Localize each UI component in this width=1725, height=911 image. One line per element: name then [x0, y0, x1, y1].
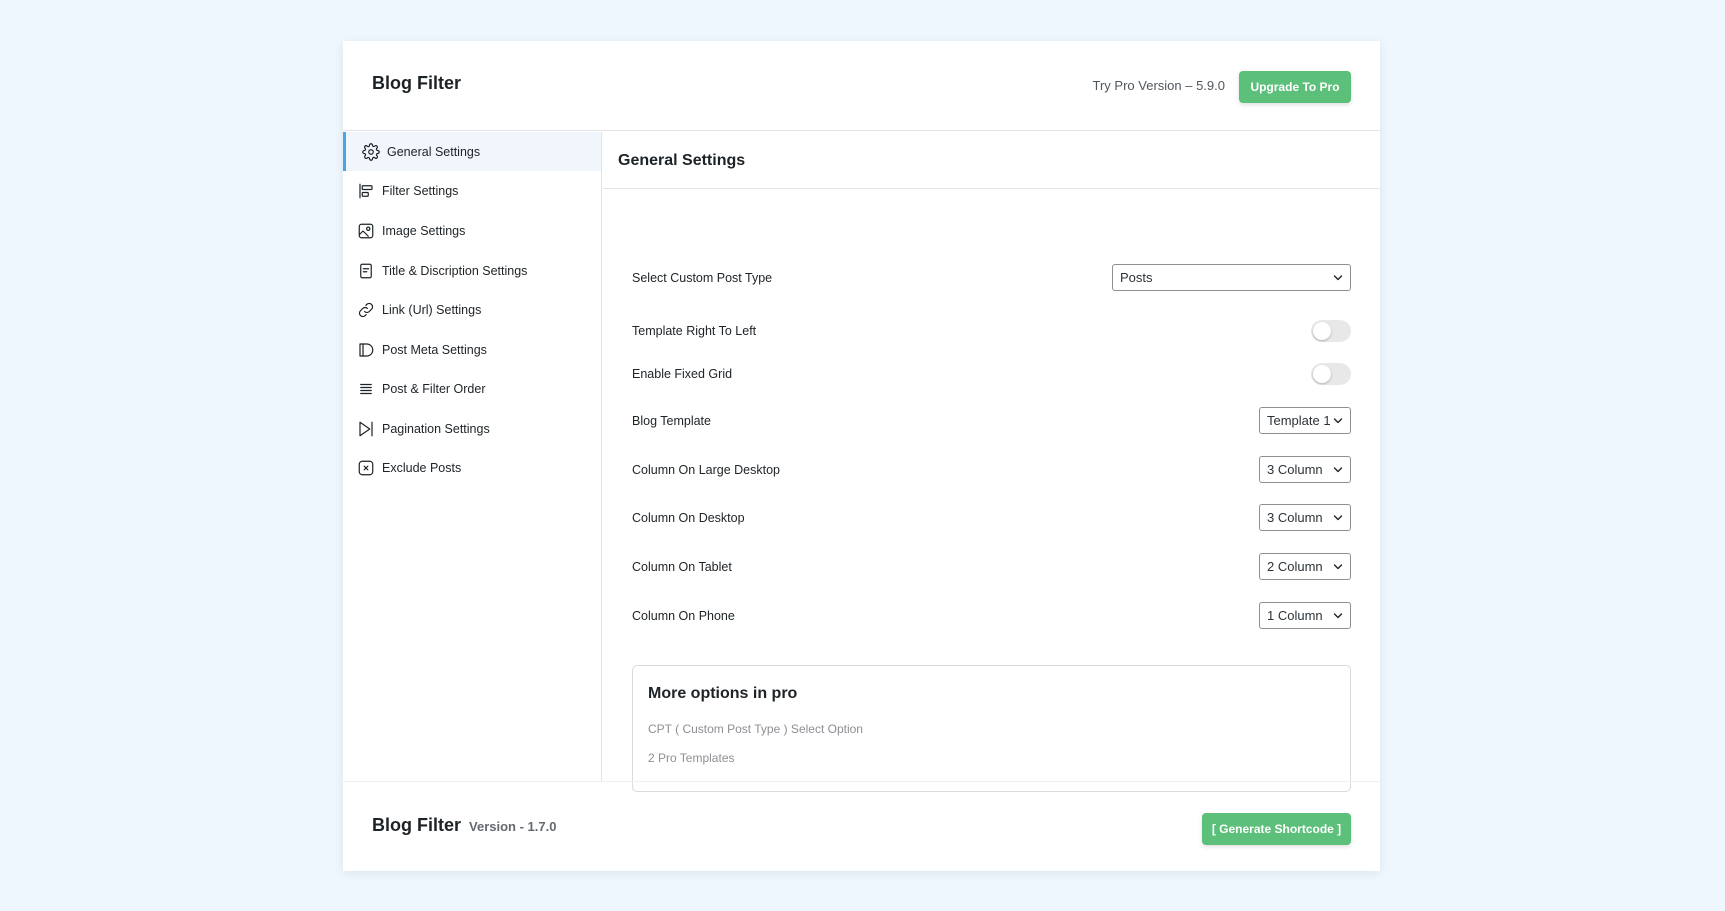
sidebar-item-general-settings[interactable]: General Settings [343, 132, 601, 171]
select-value: 3 Column [1267, 462, 1323, 477]
skip-forward-icon [357, 420, 375, 438]
setting-label: Column On Desktop [632, 511, 745, 525]
pro-version-text: Try Pro Version – 5.9.0 [1092, 78, 1225, 93]
sidebar-item-label: Pagination Settings [382, 421, 490, 436]
column-tablet-select[interactable]: 2 Column [1259, 553, 1351, 580]
toggle-knob [1313, 365, 1331, 383]
section-title: General Settings [603, 132, 1380, 189]
close-box-icon [357, 459, 375, 477]
sidebar-item-post-meta-settings[interactable]: Post Meta Settings [343, 330, 601, 369]
sidebar-item-label: Image Settings [382, 223, 466, 238]
chevron-down-icon [1333, 515, 1343, 521]
setting-column-large-desktop: Column On Large Desktop 3 Column [632, 456, 1351, 486]
chevron-down-icon [1333, 613, 1343, 619]
pro-options-box: More options in pro CPT ( Custom Post Ty… [632, 665, 1351, 792]
fixed-grid-toggle[interactable] [1311, 363, 1351, 385]
rtl-toggle[interactable] [1311, 320, 1351, 342]
setting-label: Column On Large Desktop [632, 463, 780, 477]
sidebar-item-title-settings[interactable]: Title & Discription Settings [343, 251, 601, 290]
footer-version: Version - 1.7.0 [469, 819, 557, 834]
sidebar-item-pagination-settings[interactable]: Pagination Settings [343, 409, 601, 448]
sidebar: General Settings Filter Settings Image S… [343, 132, 602, 781]
setting-label: Template Right To Left [632, 324, 757, 338]
sidebar-item-link-settings[interactable]: Link (Url) Settings [343, 290, 601, 329]
sidebar-item-label: General Settings [387, 144, 481, 159]
settings-panel: Blog Filter Try Pro Version – 5.9.0 Upgr… [343, 41, 1380, 871]
gear-icon [362, 142, 380, 161]
document-icon [357, 262, 375, 280]
sidebar-item-label: Filter Settings [382, 183, 459, 198]
list-icon [357, 380, 375, 398]
setting-rtl: Template Right To Left [632, 317, 1351, 347]
sidebar-item-label: Exclude Posts [382, 460, 462, 475]
setting-label: Enable Fixed Grid [632, 367, 733, 381]
blog-template-select[interactable]: Template 1 [1259, 407, 1351, 434]
upgrade-to-pro-button[interactable]: Upgrade To Pro [1239, 71, 1351, 103]
pro-option-item: CPT ( Custom Post Type ) Select Option [648, 722, 863, 736]
link-icon [357, 301, 375, 319]
sidebar-item-label: Post Meta Settings [382, 342, 487, 357]
select-value: 2 Column [1267, 559, 1323, 574]
pro-option-item: 2 Pro Templates [648, 751, 735, 765]
sidebar-item-label: Link (Url) Settings [382, 302, 482, 317]
select-value: Template 1 [1267, 413, 1331, 428]
post-type-select[interactable]: Posts [1112, 264, 1351, 291]
generate-shortcode-button[interactable]: [ Generate Shortcode ] [1202, 813, 1351, 845]
footer: Blog Filter Version - 1.7.0 [ Generate S… [343, 781, 1380, 871]
footer-brand: Blog Filter Version - 1.7.0 [372, 815, 556, 836]
setting-column-phone: Column On Phone 1 Column [632, 602, 1351, 632]
setting-label: Blog Template [632, 414, 711, 428]
select-value: 1 Column [1267, 608, 1323, 623]
sidebar-item-image-settings[interactable]: Image Settings [343, 211, 601, 250]
tag-icon [357, 341, 375, 359]
filter-bars-icon [357, 182, 375, 200]
chevron-down-icon [1333, 418, 1343, 424]
column-large-desktop-select[interactable]: 3 Column [1259, 456, 1351, 483]
setting-fixed-grid: Enable Fixed Grid [632, 360, 1351, 390]
setting-post-type: Select Custom Post Type Posts [632, 264, 1351, 294]
chevron-down-icon [1333, 467, 1343, 473]
setting-column-desktop: Column On Desktop 3 Column [632, 504, 1351, 534]
settings-content: General Settings Select Custom Post Type… [603, 132, 1380, 792]
setting-label: Column On Phone [632, 609, 735, 623]
sidebar-item-label: Post & Filter Order [382, 381, 486, 396]
sidebar-item-exclude-posts[interactable]: Exclude Posts [343, 448, 601, 487]
app-title: Blog Filter [372, 73, 461, 93]
column-phone-select[interactable]: 1 Column [1259, 602, 1351, 629]
sidebar-item-post-filter-order[interactable]: Post & Filter Order [343, 369, 601, 408]
toggle-knob [1313, 322, 1331, 340]
setting-label: Column On Tablet [632, 560, 732, 574]
column-desktop-select[interactable]: 3 Column [1259, 504, 1351, 531]
header: Blog Filter Try Pro Version – 5.9.0 Upgr… [343, 41, 1380, 131]
chevron-down-icon [1333, 564, 1343, 570]
footer-title: Blog Filter [372, 815, 461, 835]
pro-options-title: More options in pro [648, 685, 798, 702]
select-value: Posts [1120, 270, 1153, 285]
setting-column-tablet: Column On Tablet 2 Column [632, 553, 1351, 583]
setting-label: Select Custom Post Type [632, 271, 773, 285]
setting-blog-template: Blog Template Template 1 [632, 407, 1351, 437]
select-value: 3 Column [1267, 510, 1323, 525]
image-icon [357, 222, 375, 240]
sidebar-item-label: Title & Discription Settings [382, 263, 528, 278]
sidebar-item-filter-settings[interactable]: Filter Settings [343, 171, 601, 210]
chevron-down-icon [1333, 275, 1343, 281]
